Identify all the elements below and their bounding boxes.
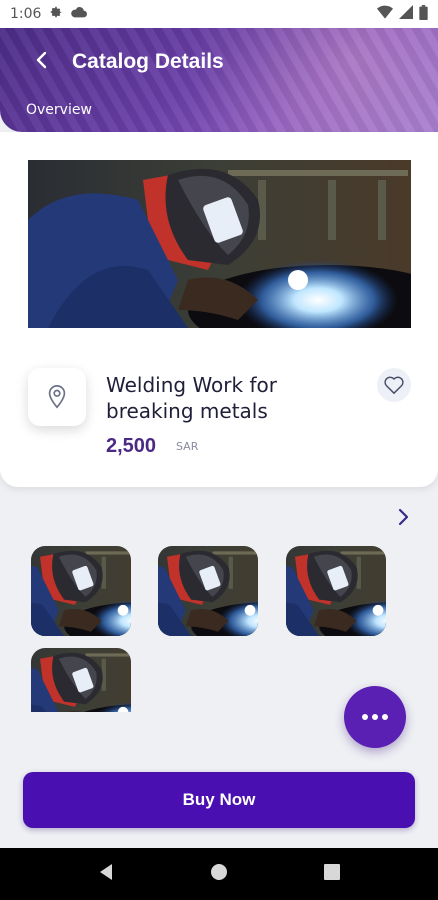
settings-icon — [49, 5, 63, 23]
back-button[interactable] — [28, 46, 56, 74]
battery-icon — [419, 4, 428, 24]
price-currency: SAR — [176, 440, 199, 453]
tab-overview[interactable]: Overview — [26, 102, 92, 118]
back-arrow-icon — [36, 51, 47, 69]
wifi-icon — [377, 5, 393, 23]
product-hero-image[interactable] — [28, 160, 411, 328]
location-pin-icon — [48, 385, 66, 409]
product-title: Welding Work for breaking metals — [106, 373, 277, 423]
page-title: Catalog Details — [72, 50, 224, 73]
favorite-button[interactable] — [377, 368, 411, 402]
gallery-thumbnail[interactable] — [158, 546, 258, 636]
home-circle-icon[interactable] — [210, 863, 228, 885]
status-bar: 1:06 — [0, 0, 438, 28]
signal-icon — [399, 5, 413, 23]
header-banner: Catalog Details Overview — [0, 28, 438, 132]
more-dots-icon — [362, 714, 388, 720]
gallery-thumbnail[interactable] — [31, 648, 131, 712]
chevron-right-icon — [398, 508, 409, 526]
location-button[interactable] — [28, 368, 86, 426]
more-options-button[interactable] — [344, 686, 406, 748]
status-time: 1:06 — [10, 6, 42, 22]
recents-square-icon[interactable] — [324, 864, 340, 884]
back-triangle-icon[interactable] — [98, 863, 114, 885]
gallery-next-button[interactable] — [392, 506, 414, 528]
gallery-thumbnail[interactable] — [31, 546, 131, 636]
heart-icon — [384, 376, 404, 394]
product-info-card: Welding Work for breaking metals 2,500 S… — [0, 132, 438, 487]
system-nav-bar — [0, 848, 438, 900]
buy-now-button[interactable]: Buy Now — [23, 772, 415, 828]
product-price: 2,500 — [106, 435, 157, 457]
cloud-icon — [71, 6, 88, 22]
gallery-thumbnail[interactable] — [286, 546, 386, 636]
